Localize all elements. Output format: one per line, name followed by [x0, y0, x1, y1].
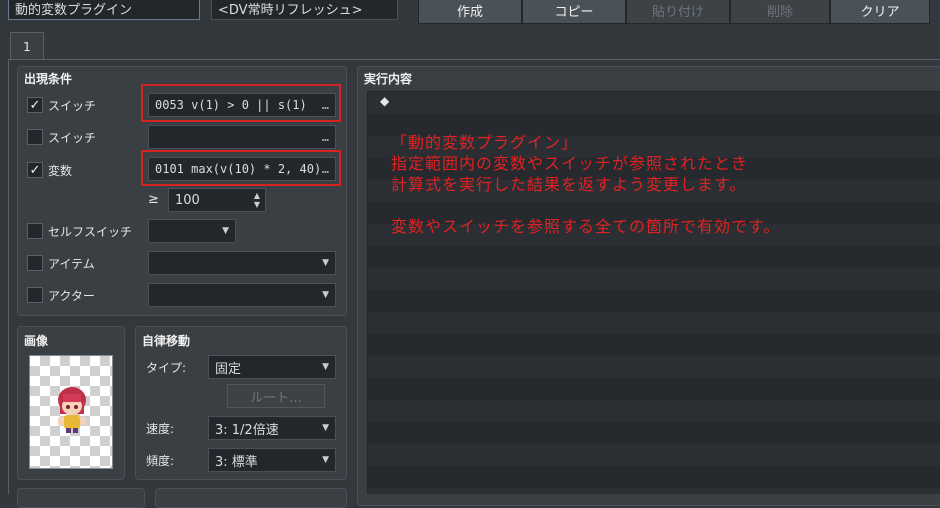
- event-note-value: <DV常時リフレッシュ>: [218, 2, 363, 18]
- create-button[interactable]: 作成: [418, 0, 522, 24]
- spin-up-icon[interactable]: ▲: [254, 191, 260, 200]
- switch2-label: スイッチ: [48, 131, 97, 145]
- caret-down-icon: ▼: [322, 290, 329, 300]
- variable-number-input[interactable]: 100 ▲ ▼: [168, 188, 266, 212]
- page-tab-1[interactable]: 1: [10, 32, 44, 60]
- item-checkbox[interactable]: [27, 255, 43, 271]
- caret-down-icon: ▼: [322, 423, 329, 433]
- character-image[interactable]: [29, 355, 113, 469]
- caret-down-icon: ▼: [322, 362, 329, 372]
- copy-button[interactable]: コピー: [522, 0, 626, 24]
- variable-checkbox[interactable]: ✓: [27, 162, 43, 178]
- self-switch-label: セルフスイッチ: [48, 225, 133, 239]
- caret-down-icon: ▼: [322, 258, 329, 268]
- actor-checkbox[interactable]: [27, 287, 43, 303]
- item-label: アイテム: [48, 257, 95, 271]
- type-value: 固定: [215, 361, 242, 377]
- annotation-box-variable: [141, 150, 341, 186]
- event-note-input[interactable]: <DV常時リフレッシュ>: [211, 0, 398, 20]
- event-name-input[interactable]: 動的変数プラグイン: [8, 0, 200, 20]
- priority-panel-partial: [155, 488, 347, 508]
- frequency-value: 3: 標準: [215, 454, 258, 470]
- item-select[interactable]: ▼: [148, 251, 336, 275]
- variable-label: 変数: [48, 164, 73, 178]
- switch1-label: スイッチ: [48, 99, 97, 113]
- note-line: 「動的変数プラグイン」: [391, 133, 579, 152]
- route-button[interactable]: ルート...: [227, 384, 325, 408]
- options-panel-partial: [17, 488, 145, 508]
- autonomous-title: 自律移動: [142, 334, 191, 348]
- clear-button[interactable]: クリア: [830, 0, 930, 24]
- switch1-checkbox[interactable]: ✓: [27, 97, 43, 113]
- annotation-box-switch1: [141, 84, 341, 122]
- spin-down-icon[interactable]: ▼: [254, 200, 260, 209]
- actor-select[interactable]: ▼: [148, 283, 336, 307]
- caret-down-icon: ▼: [222, 226, 229, 236]
- caret-down-icon: ▼: [322, 455, 329, 465]
- self-switch-checkbox[interactable]: [27, 223, 43, 239]
- event-name-value: 動的変数プラグイン: [15, 2, 133, 18]
- actor-label: アクター: [48, 289, 95, 303]
- annotation-note: 「動的変数プラグイン」 指定範囲内の変数やスイッチが参照されたとき 計算式を実行…: [391, 132, 780, 237]
- frequency-select[interactable]: 3: 標準 ▼: [208, 448, 336, 472]
- note-line: [391, 195, 780, 216]
- speed-value: 3: 1/2倍速: [215, 422, 279, 438]
- frequency-label: 頻度:: [146, 454, 175, 468]
- page-tab-label: 1: [23, 39, 31, 54]
- type-label: タイプ:: [146, 361, 187, 375]
- switch2-checkbox[interactable]: [27, 129, 43, 145]
- variable-operator: ≥: [148, 192, 159, 207]
- character-sprite-icon: [58, 387, 86, 433]
- diamond-icon: ◆: [380, 94, 390, 108]
- note-line: 指定範囲内の変数やスイッチが参照されたとき: [391, 154, 749, 173]
- ellipsis-icon: …: [321, 130, 329, 144]
- paste-button[interactable]: 貼り付け: [626, 0, 730, 24]
- check-icon: ✓: [29, 162, 41, 178]
- delete-button[interactable]: 削除: [730, 0, 830, 24]
- command-row-empty[interactable]: ◆: [380, 94, 389, 108]
- speed-label: 速度:: [146, 422, 175, 436]
- image-title: 画像: [24, 334, 49, 348]
- switch2-field[interactable]: …: [148, 125, 336, 149]
- variable-number-value: 100: [175, 192, 200, 208]
- type-select[interactable]: 固定 ▼: [208, 355, 336, 379]
- contents-title: 実行内容: [364, 72, 413, 86]
- self-switch-select[interactable]: ▼: [148, 219, 236, 243]
- note-line: 変数やスイッチを参照する全ての箇所で有効です。: [391, 217, 781, 236]
- conditions-title: 出現条件: [24, 72, 73, 86]
- event-command-list[interactable]: ◆ 「動的変数プラグイン」 指定範囲内の変数やスイッチが参照されたとき 計算式を…: [367, 91, 940, 494]
- check-icon: ✓: [29, 97, 41, 113]
- speed-select[interactable]: 3: 1/2倍速 ▼: [208, 416, 336, 440]
- note-line: 計算式を実行した結果を返すよう変更します。: [391, 175, 747, 194]
